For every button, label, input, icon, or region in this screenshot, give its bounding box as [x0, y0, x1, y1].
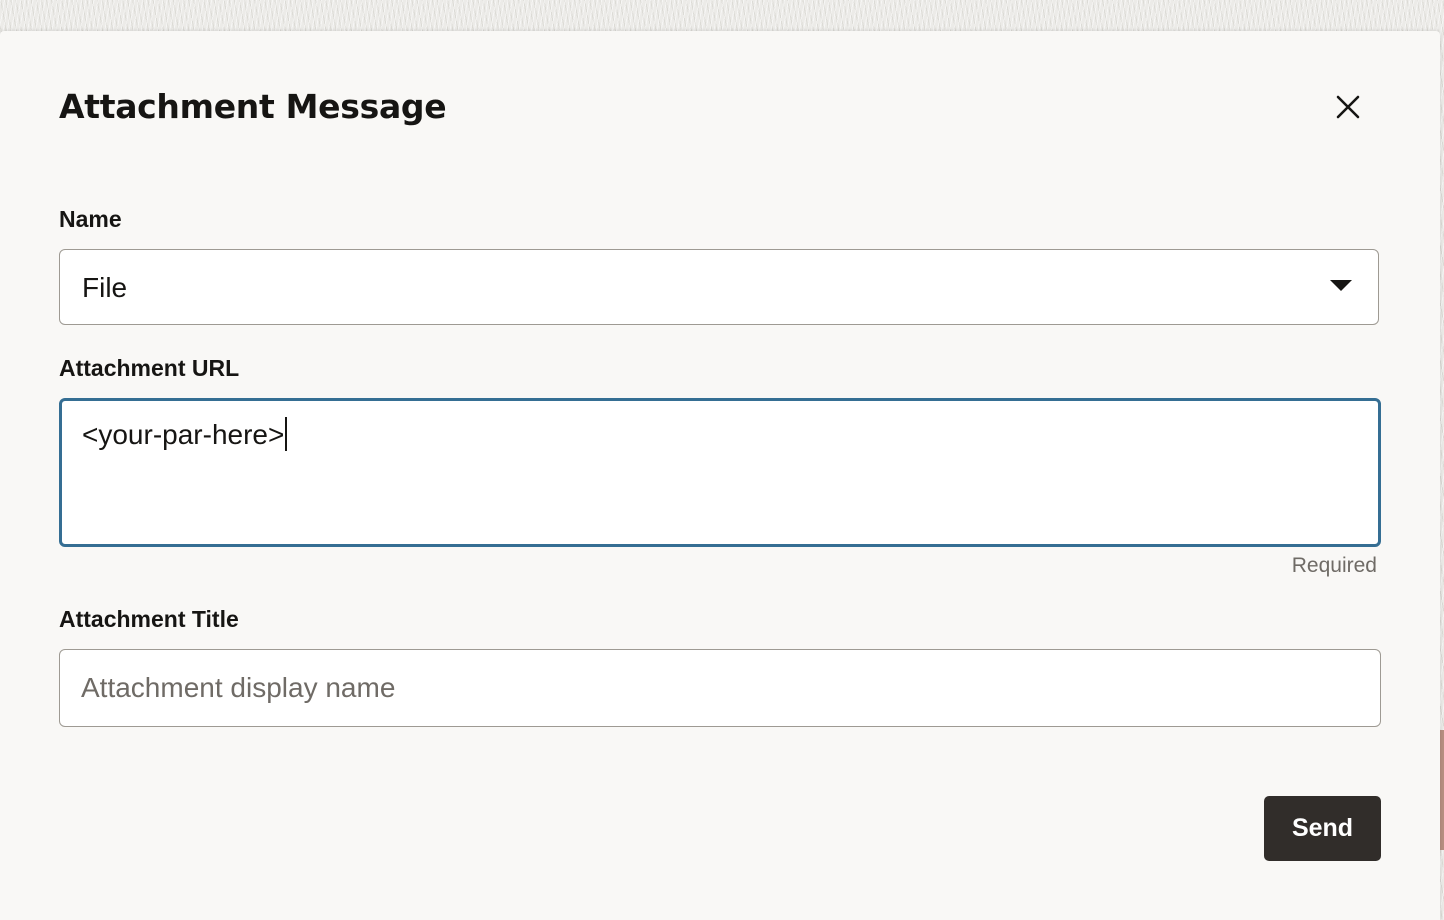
name-label: Name	[59, 206, 122, 232]
name-select[interactable]: File	[59, 249, 1379, 325]
close-button[interactable]	[1324, 83, 1372, 131]
attachment-url-value: <your-par-here>	[82, 419, 285, 450]
attachment-title-label: Attachment Title	[59, 606, 239, 632]
dialog-title: Attachment Message	[59, 87, 447, 126]
attachment-title-input[interactable]	[59, 649, 1381, 727]
attachment-dialog: Attachment Message Name File Attachment …	[0, 31, 1440, 920]
name-select-value: File	[82, 272, 128, 303]
attachment-url-textarea[interactable]: <your-par-here>	[59, 398, 1381, 547]
required-helper-text: Required	[1291, 554, 1377, 577]
text-cursor	[285, 417, 288, 451]
close-icon	[1336, 95, 1360, 119]
caret-down-icon	[1330, 280, 1352, 291]
attachment-url-label: Attachment URL	[59, 355, 240, 381]
send-button[interactable]: Send	[1264, 796, 1381, 861]
attachment-url-value-wrap: <your-par-here>	[82, 417, 288, 453]
